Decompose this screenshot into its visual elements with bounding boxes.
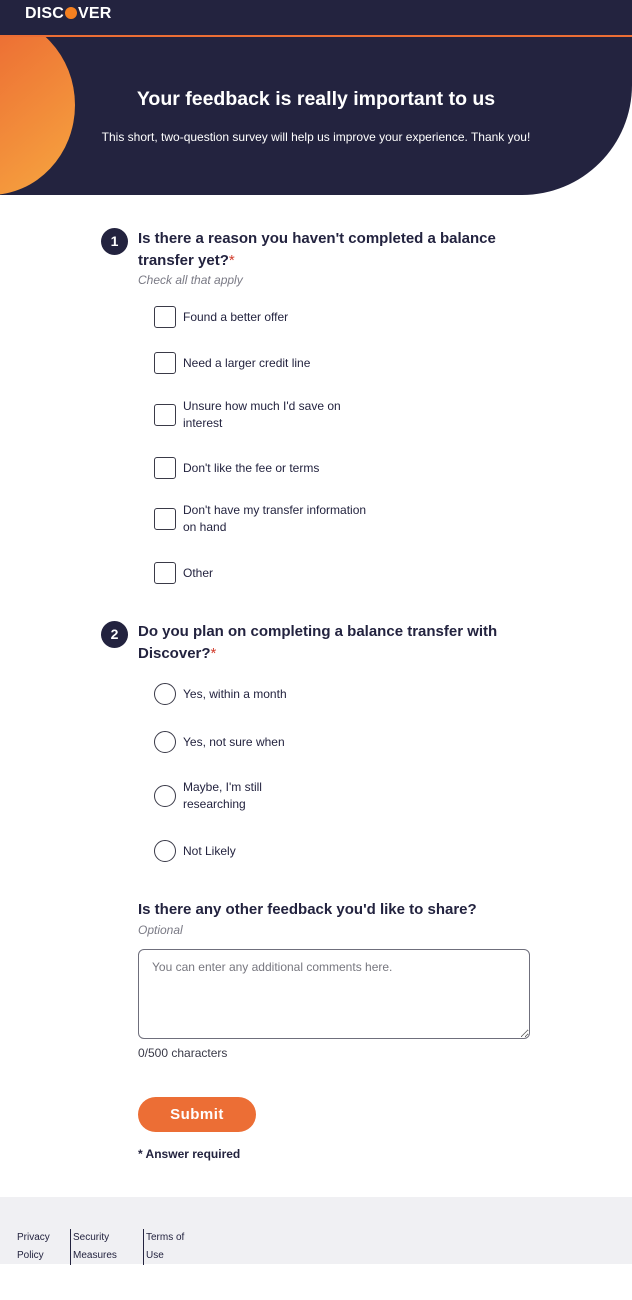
option-label: Yes, within a month xyxy=(183,686,287,701)
hero-title: Your feedback is really important to us xyxy=(136,88,496,110)
feedback-hint: Optional xyxy=(138,923,183,937)
checkbox-option-better-offer[interactable]: Found a better offer xyxy=(154,306,404,328)
logo-text-left: DISC xyxy=(25,5,65,22)
checkbox-option-larger-credit-line[interactable]: Need a larger credit line xyxy=(154,352,404,374)
checkbox-option-fee-terms[interactable]: Don't like the fee or terms xyxy=(154,457,404,479)
option-label: Other xyxy=(183,565,214,580)
logo-text-right: VER xyxy=(78,5,112,22)
required-asterisk: * xyxy=(210,645,217,662)
option-label: Maybe, I'm still researching xyxy=(183,780,262,811)
option-label: Not Likely xyxy=(183,843,236,858)
checkbox[interactable] xyxy=(154,306,176,328)
discover-logo[interactable]: DISC VER xyxy=(25,5,112,23)
checkbox[interactable] xyxy=(154,457,176,479)
checkbox-option-transfer-info[interactable]: Don't have my transfer information on ha… xyxy=(154,502,404,535)
radio-option-still-researching[interactable]: Maybe, I'm still researching xyxy=(154,779,404,812)
checkbox-option-unsure-savings[interactable]: Unsure how much I'd save on interest xyxy=(154,398,404,431)
question-1-text: Is there a reason you haven't completed … xyxy=(138,228,533,272)
radio-option-within-month[interactable]: Yes, within a month xyxy=(154,683,404,705)
question-2-number: 2 xyxy=(101,621,128,648)
checkbox[interactable] xyxy=(154,352,176,374)
option-label: Need a larger credit line xyxy=(183,355,311,370)
character-counter: 0/500 characters xyxy=(138,1046,228,1060)
radio-button[interactable] xyxy=(154,683,176,705)
radio-button[interactable] xyxy=(154,731,176,753)
checkbox-option-other[interactable]: Other xyxy=(154,562,404,584)
option-label: Unsure how much I'd save on interest xyxy=(183,399,341,430)
hero-orange-circle xyxy=(0,37,75,195)
question-1-number: 1 xyxy=(101,228,128,255)
option-label: Yes, not sure when xyxy=(183,734,285,749)
hero-banner: Your feedback is really important to us … xyxy=(0,37,632,195)
radio-button[interactable] xyxy=(154,840,176,862)
question-2-text: Do you plan on completing a balance tran… xyxy=(138,621,533,665)
logo-orange-dot-icon xyxy=(65,7,78,19)
radio-option-not-sure-when[interactable]: Yes, not sure when xyxy=(154,731,404,753)
question-1-label: Is there a reason you haven't completed … xyxy=(138,230,496,269)
option-label: Don't have my transfer information on ha… xyxy=(183,503,367,534)
feedback-textarea[interactable] xyxy=(138,949,530,1039)
radio-button[interactable] xyxy=(154,784,176,807)
checkbox[interactable] xyxy=(154,507,176,530)
question-2-label: Do you plan on completing a balance tran… xyxy=(138,623,498,662)
checkbox[interactable] xyxy=(154,403,176,426)
submit-button[interactable]: Submit xyxy=(138,1097,256,1132)
option-label: Don't like the fee or terms xyxy=(183,460,320,475)
footer-link-privacy-policy[interactable]: Privacy Policy xyxy=(17,1229,67,1265)
footer-link-terms-of-use[interactable]: Terms of Use xyxy=(143,1229,193,1265)
required-note: * Answer required xyxy=(138,1147,241,1161)
question-1-hint: Check all that apply xyxy=(138,273,243,287)
footer-link-security-measures[interactable]: Security Measures xyxy=(70,1229,120,1265)
top-bar: DISC VER xyxy=(0,0,632,37)
checkbox[interactable] xyxy=(154,562,176,584)
hero-subtitle: This short, two-question survey will hel… xyxy=(101,130,531,144)
feedback-title: Is there any other feedback you'd like t… xyxy=(138,901,477,918)
required-asterisk: * xyxy=(228,252,235,269)
radio-option-not-likely[interactable]: Not Likely xyxy=(154,840,404,862)
option-label: Found a better offer xyxy=(183,309,289,324)
footer: Privacy Policy Security Measures Terms o… xyxy=(0,1197,632,1265)
